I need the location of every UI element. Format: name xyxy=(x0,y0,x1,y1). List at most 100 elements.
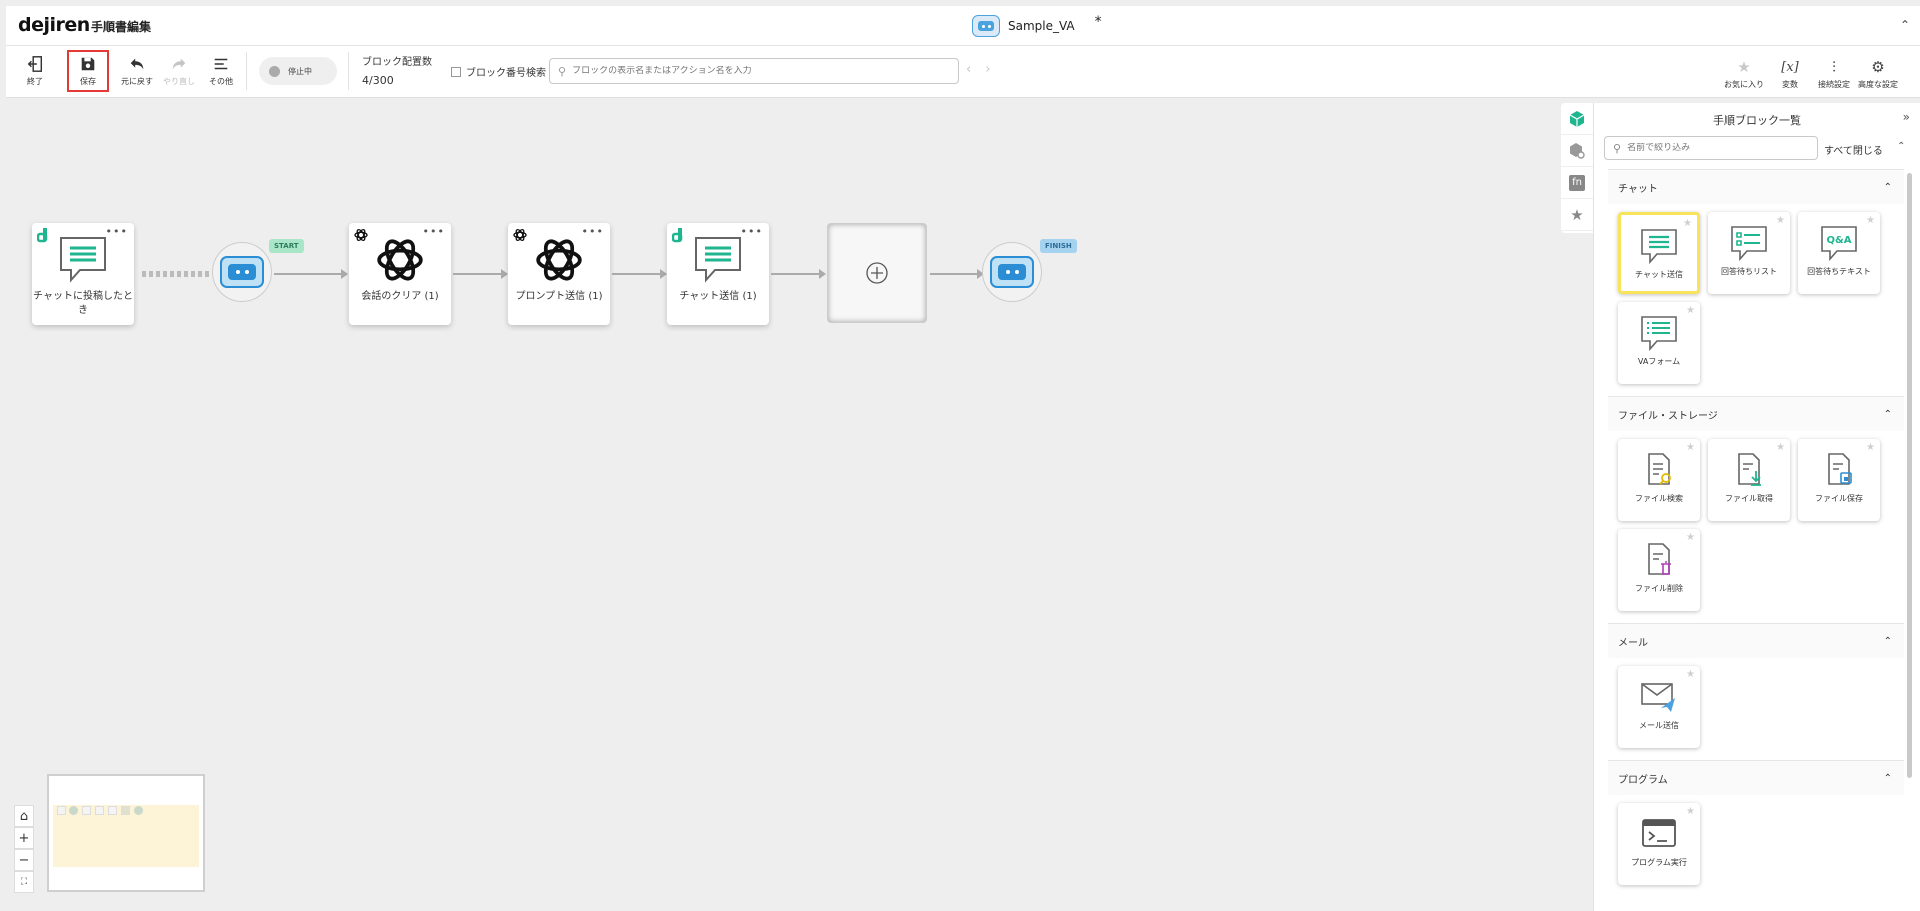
zoom-out-icon[interactable]: − xyxy=(14,849,34,871)
block-more-icon[interactable]: ••• xyxy=(582,225,604,238)
zoom-controls: ⌂ + − ⛶ xyxy=(14,805,34,893)
palette-card-va-form[interactable]: ★ VAフォーム xyxy=(1618,302,1700,384)
trigger-block[interactable]: ••• チャットに投稿したとき xyxy=(32,223,134,325)
minimap-node xyxy=(108,806,117,815)
panel-filter-box[interactable]: ⚲ xyxy=(1604,136,1818,160)
connector-arrow xyxy=(771,269,826,279)
start-node[interactable] xyxy=(212,242,272,302)
star-icon[interactable]: ★ xyxy=(1686,442,1695,453)
chat-send-block[interactable]: ••• チャット送信 (1) xyxy=(667,223,769,325)
section-header[interactable]: メール ⌃ xyxy=(1608,624,1904,658)
connection-settings-button[interactable]: ⫶ 接続設定 xyxy=(1812,52,1856,92)
block-more-icon[interactable]: ••• xyxy=(741,225,763,238)
tab-functions[interactable]: fn xyxy=(1561,167,1593,199)
block-label: 会話のクリア (1) xyxy=(361,291,439,302)
search-icon: ⚲ xyxy=(558,64,567,78)
advanced-settings-label: 高度な設定 xyxy=(1858,80,1898,89)
file-delete-icon xyxy=(1648,543,1671,575)
star-icon[interactable]: ★ xyxy=(1686,532,1695,543)
dejiren-badge-icon xyxy=(672,228,683,243)
palette-card-program-run[interactable]: ★ プログラム実行 xyxy=(1618,803,1700,885)
section-header[interactable]: ファイル・ストレージ ⌃ xyxy=(1608,397,1904,431)
undo-button[interactable]: 元に戻す xyxy=(116,50,158,92)
panel-filter-input[interactable] xyxy=(1627,143,1808,153)
tab-blocks[interactable] xyxy=(1561,103,1593,135)
block-number-search-checkbox[interactable] xyxy=(451,66,461,77)
variables-button[interactable]: [x] 変数 xyxy=(1768,52,1812,92)
toolbar: 終了 保存 元に戻す やり直し その他 停止中 ブロック配置数 4/300 ブロ… xyxy=(6,46,1920,98)
star-icon[interactable]: ★ xyxy=(1776,215,1785,226)
trigger-connector xyxy=(142,271,210,277)
section-header[interactable]: チャット ⌃ xyxy=(1608,170,1904,204)
openai-icon xyxy=(536,239,582,281)
block-number-search-toggle[interactable]: ブロック番号検索 xyxy=(451,64,546,79)
panel-collapse-icon[interactable]: » xyxy=(1903,110,1910,124)
connector-arrow xyxy=(612,269,667,279)
chevron-up-icon[interactable]: ⌃ xyxy=(1884,182,1892,193)
collapse-header-icon[interactable]: ⌃ xyxy=(1900,18,1910,32)
block-search-input[interactable] xyxy=(572,66,933,76)
block-more-icon[interactable]: ••• xyxy=(106,225,128,238)
palette-card-answer-list[interactable]: ★ 回答待ちリスト xyxy=(1708,212,1790,294)
palette-card-file-get[interactable]: ★ ファイル取得 xyxy=(1708,439,1790,521)
function-icon: fn xyxy=(1569,174,1585,191)
flow-canvas[interactable]: ••• チャットに投稿したとき START ••• 会話のクリア (1) •••… xyxy=(0,98,1565,911)
star-icon[interactable]: ★ xyxy=(1686,669,1695,680)
exit-button[interactable]: 終了 xyxy=(14,50,56,92)
redo-button[interactable]: やり直し xyxy=(158,50,200,92)
add-block-slot[interactable] xyxy=(827,223,927,323)
block-search-box[interactable]: ⚲ xyxy=(549,58,959,84)
zoom-in-icon[interactable]: + xyxy=(14,827,34,849)
qa-chat-icon: Q&A xyxy=(1821,226,1857,262)
start-tag: START xyxy=(269,239,304,253)
prev-result-icon[interactable]: ‹ xyxy=(966,62,971,77)
palette-card-mail-send[interactable]: ★ メール送信 xyxy=(1618,666,1700,748)
other-menu-button[interactable]: その他 xyxy=(200,50,242,92)
advanced-settings-button[interactable]: ⚙ 高度な設定 xyxy=(1856,52,1900,92)
star-icon[interactable]: ★ xyxy=(1776,442,1785,453)
fit-view-icon[interactable]: ⛶ xyxy=(14,871,34,893)
palette-card-file-delete[interactable]: ★ ファイル削除 xyxy=(1618,529,1700,611)
chevron-up-icon[interactable]: ⌃ xyxy=(1884,636,1892,647)
section-mail: メール ⌃ ★ メール送信 xyxy=(1608,623,1904,760)
tab-custom-blocks[interactable] xyxy=(1561,135,1593,167)
finish-node[interactable] xyxy=(982,242,1042,302)
palette-card-answer-text[interactable]: ★ Q&A 回答待ちテキスト xyxy=(1798,212,1880,294)
clear-conversation-block[interactable]: ••• 会話のクリア (1) xyxy=(349,223,451,325)
save-button[interactable]: 保存 xyxy=(67,50,109,92)
star-icon[interactable]: ★ xyxy=(1866,442,1875,453)
minimap[interactable] xyxy=(47,774,205,892)
star-icon[interactable]: ★ xyxy=(1866,215,1875,226)
favorites-button[interactable]: ★ お気に入り xyxy=(1722,52,1766,92)
chevron-up-icon[interactable]: ⌃ xyxy=(1897,141,1905,152)
star-icon[interactable]: ★ xyxy=(1686,305,1695,316)
star-icon[interactable]: ★ xyxy=(1683,218,1692,229)
chevron-up-icon[interactable]: ⌃ xyxy=(1884,773,1892,784)
card-label: ファイル保存 xyxy=(1815,494,1863,503)
block-more-icon[interactable]: ••• xyxy=(423,225,445,238)
palette-card-file-search[interactable]: ★ ファイル検索 xyxy=(1618,439,1700,521)
palette-card-file-save[interactable]: ★ ファイル保存 xyxy=(1798,439,1880,521)
variables-label: 変数 xyxy=(1782,80,1798,89)
next-result-icon[interactable]: › xyxy=(985,62,990,77)
status-toggle[interactable]: 停止中 xyxy=(259,57,337,85)
gears-icon: ⚙ xyxy=(1871,58,1885,76)
cube-icon xyxy=(1569,110,1585,127)
openai-badge-icon xyxy=(513,228,527,242)
collapse-all-button[interactable]: すべて閉じる xyxy=(1824,142,1883,157)
palette-card-chat-send[interactable]: ★ チャット送信 xyxy=(1618,212,1700,294)
block-grid: ★ メール送信 xyxy=(1608,658,1904,760)
section-file-storage: ファイル・ストレージ ⌃ ★ ファイル検索 ★ ファイル取得 ★ ファイル保存 xyxy=(1608,396,1904,623)
panel-scroll-area[interactable]: チャット ⌃ ★ チャット送信 ★ 回答待ちリスト ★ Q&A 回答待ちテキスト xyxy=(1608,169,1904,905)
section-header[interactable]: プログラム ⌃ xyxy=(1608,761,1904,795)
star-icon[interactable]: ★ xyxy=(1686,806,1695,817)
prompt-send-block[interactable]: ••• プロンプト送信 (1) xyxy=(508,223,610,325)
chat-icon xyxy=(695,237,741,283)
undo-label: 元に戻す xyxy=(121,77,153,86)
tab-favorites[interactable]: ★ xyxy=(1561,199,1593,231)
panel-scrollbar[interactable] xyxy=(1907,173,1912,778)
home-icon[interactable]: ⌂ xyxy=(14,805,34,827)
minimap-node xyxy=(121,806,130,815)
connector-arrow xyxy=(453,269,508,279)
chevron-up-icon[interactable]: ⌃ xyxy=(1884,409,1892,420)
